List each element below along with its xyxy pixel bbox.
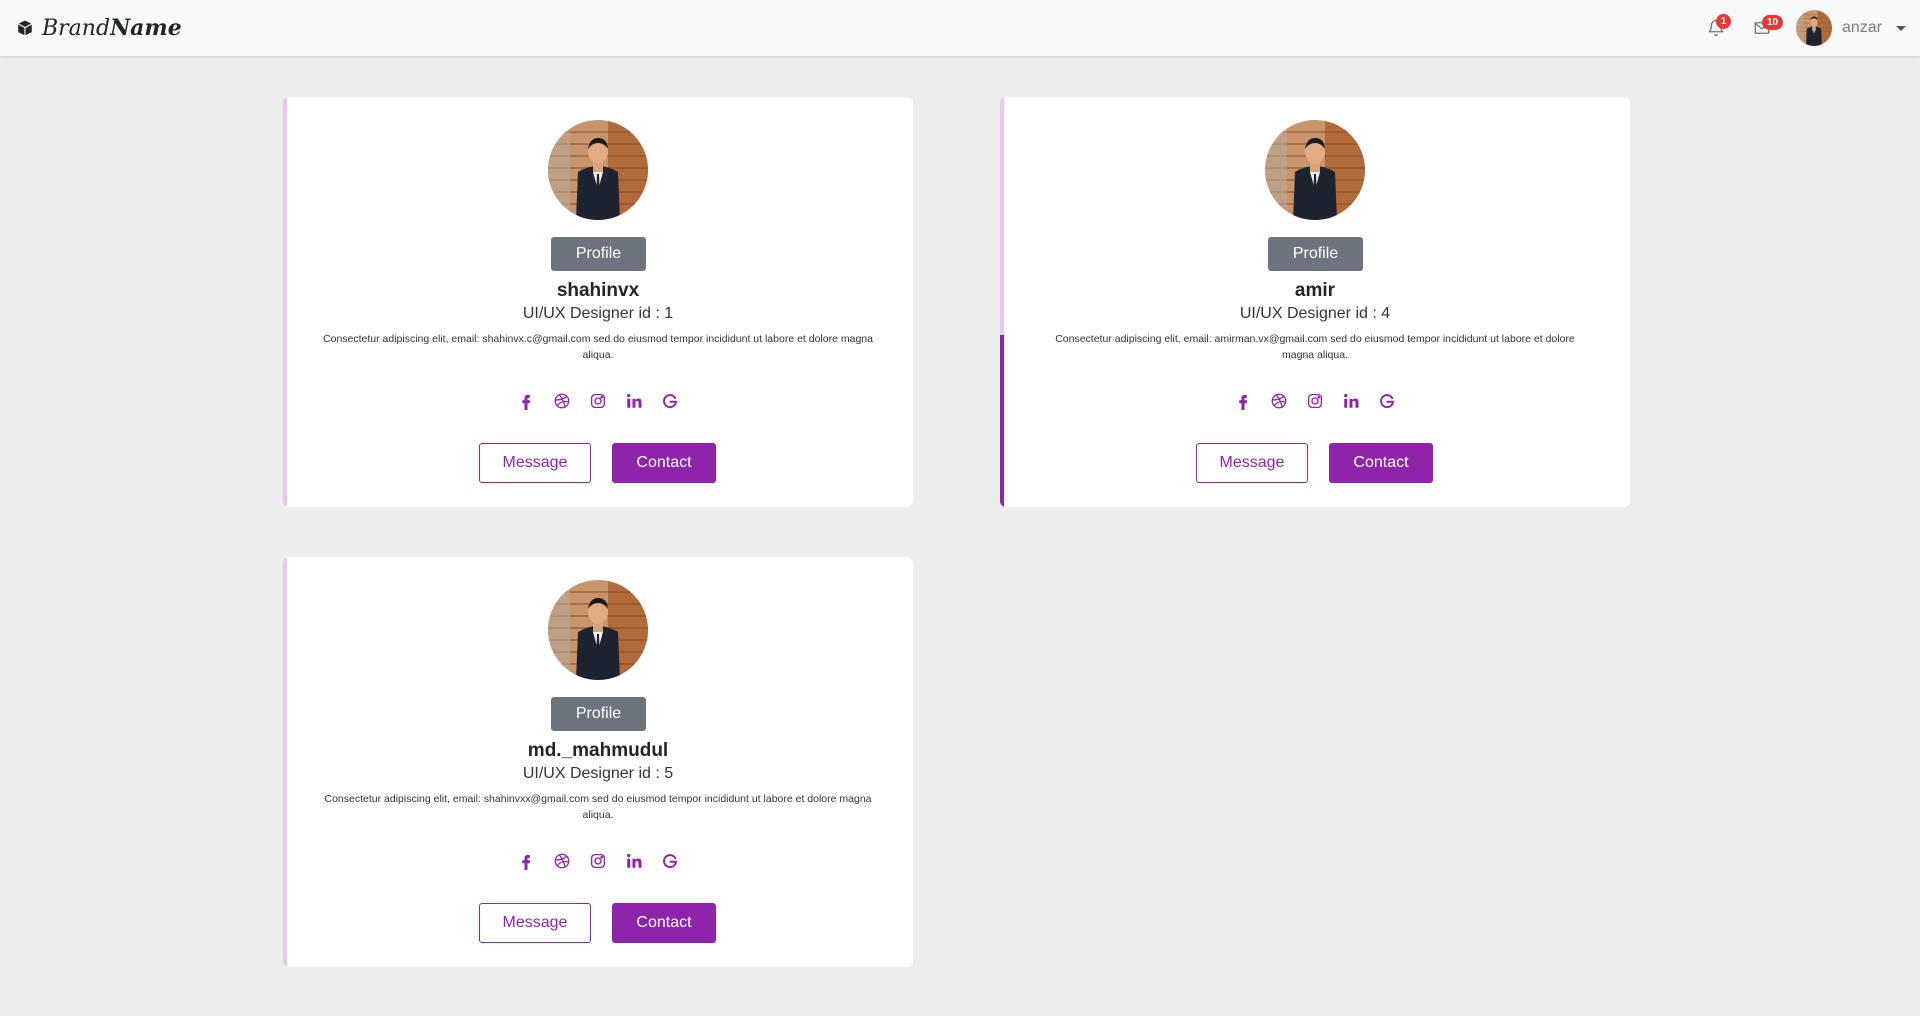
facebook-icon[interactable] [1234, 392, 1252, 410]
google-icon[interactable] [661, 392, 679, 410]
google-icon[interactable] [1378, 392, 1396, 410]
card-accent-bar [283, 557, 287, 967]
notifications-badge: 1 [1715, 14, 1731, 29]
dribbble-icon[interactable] [553, 392, 571, 410]
card-accent-bar [283, 97, 287, 507]
linkedin-icon[interactable] [1342, 392, 1360, 410]
box-icon [17, 20, 33, 36]
notifications-button[interactable]: 1 [1702, 14, 1731, 42]
profile-button[interactable]: Profile [551, 697, 646, 731]
instagram-icon[interactable] [589, 852, 607, 870]
contact-button[interactable]: Contact [612, 443, 716, 483]
instagram-icon[interactable] [589, 392, 607, 410]
profile-name: md._mahmudul [527, 740, 669, 761]
messages-button[interactable]: 10 [1748, 14, 1784, 42]
profile-button[interactable]: Profile [551, 237, 646, 271]
user-menu[interactable]: anzar [1796, 10, 1906, 46]
contact-button[interactable]: Contact [612, 903, 716, 943]
facebook-icon[interactable] [517, 852, 535, 870]
caret-down-icon [1896, 25, 1906, 31]
username: anzar [1841, 19, 1882, 36]
profile-name: shahinvx [556, 280, 640, 301]
profile-description: Consectetur adipiscing elit, email: shah… [324, 793, 872, 821]
card-accent-bar-active [1000, 335, 1004, 507]
dribbble-icon[interactable] [553, 852, 571, 870]
messages-badge: 10 [1761, 15, 1784, 30]
profile-description: Consectetur adipiscing elit, email: amir… [1055, 333, 1575, 361]
message-button[interactable]: Message [1196, 443, 1308, 483]
profile-card: Profile md._mahmudul UI/UX Designer id :… [283, 557, 913, 967]
contact-button[interactable]: Contact [1329, 443, 1433, 483]
profile-button[interactable]: Profile [1268, 237, 1363, 271]
profile-card: Profile amir UI/UX Designer id : 4 Conse… [1000, 97, 1630, 507]
profile-role: UI/UX Designer id : 4 [1239, 305, 1391, 322]
facebook-icon[interactable] [517, 392, 535, 410]
profile-photo [1265, 120, 1365, 220]
profile-description: Consectetur adipiscing elit, email: shah… [323, 333, 873, 361]
message-button[interactable]: Message [479, 443, 591, 483]
brand-light: Brand [42, 16, 111, 41]
brand-text: BrandName [42, 15, 182, 41]
profile-role: UI/UX Designer id : 5 [522, 765, 674, 782]
message-button[interactable]: Message [479, 903, 591, 943]
profile-name: amir [1294, 280, 1336, 301]
profile-photo [548, 580, 648, 680]
brand-bold: Name [110, 15, 182, 41]
instagram-icon[interactable] [1306, 392, 1324, 410]
social-links [1000, 392, 1630, 410]
linkedin-icon[interactable] [625, 852, 643, 870]
google-icon[interactable] [661, 852, 679, 870]
profile-card: Profile shahinvx UI/UX Designer id : 1 C… [283, 97, 913, 507]
brand[interactable]: BrandName [16, 15, 182, 41]
social-links [283, 392, 913, 410]
social-links [283, 852, 913, 870]
linkedin-icon[interactable] [625, 392, 643, 410]
profile-photo [548, 120, 648, 220]
navbar: BrandName 1 10 anzar [0, 0, 1920, 56]
profile-role: UI/UX Designer id : 1 [522, 305, 674, 322]
nav-right: 1 10 anzar [1702, 10, 1906, 46]
avatar [1796, 10, 1832, 46]
dribbble-icon[interactable] [1270, 392, 1288, 410]
